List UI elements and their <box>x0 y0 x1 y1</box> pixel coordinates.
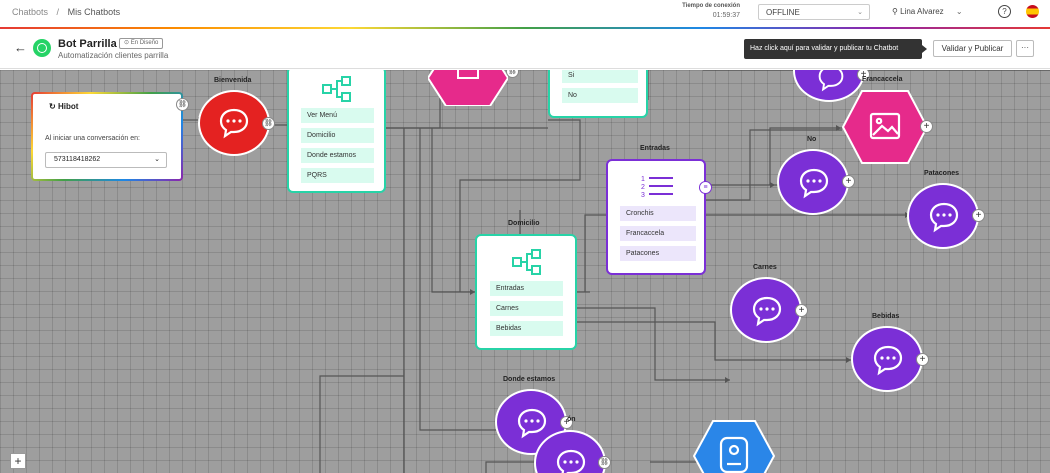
link-icon[interactable]: ⛓ <box>598 456 611 469</box>
more-options-button[interactable]: ··· <box>1016 40 1034 57</box>
node-francaccela-image[interactable] <box>842 90 928 164</box>
breadcrumb-chatbots[interactable]: Chatbots <box>12 7 48 17</box>
connection-value: 01:59:37 <box>712 12 740 19</box>
phone-value: 573118418262 <box>54 156 101 163</box>
whatsapp-icon <box>33 39 51 57</box>
link-icon[interactable]: ⛓ <box>176 98 189 111</box>
option-patacones[interactable]: Patacones <box>620 246 696 261</box>
node-bienvenida[interactable] <box>198 90 270 156</box>
list-menu-icon[interactable]: ≡ <box>699 181 712 194</box>
plus-icon[interactable]: + <box>972 209 985 222</box>
plus-icon[interactable]: + <box>795 304 808 317</box>
chevron-down-icon: ⌄ <box>857 9 863 16</box>
user-name: Lina Alvarez <box>900 7 944 16</box>
node-agent-transfer[interactable] <box>693 420 775 473</box>
badge-label: En Diseño <box>130 40 159 46</box>
node-title-patacones: Patacones <box>924 170 960 177</box>
option-domicilio[interactable]: Domicilio <box>301 128 374 143</box>
option-ver-menu[interactable]: Ver Menú <box>301 108 374 123</box>
node-no-message[interactable] <box>777 149 849 215</box>
flow-canvas[interactable]: ↻ Hibot Al iniciar una conversación en: … <box>0 70 1050 473</box>
chat-bubble-icon <box>752 296 782 327</box>
option-carnes[interactable]: Carnes <box>490 301 563 316</box>
node-title-no: No <box>807 136 817 143</box>
chat-bubble-icon <box>219 108 249 139</box>
svg-text:1: 1 <box>641 176 645 183</box>
node-title-entradas: Entradas <box>640 145 670 152</box>
node-title-donde-estamos: Donde estamos <box>503 376 556 383</box>
connection-label: Tiempo de conexión <box>682 3 740 9</box>
validate-publish-button[interactable]: Validar y Publicar <box>933 40 1012 57</box>
chat-bubble-icon <box>929 202 959 233</box>
chat-bubble-icon <box>517 408 547 439</box>
chat-bubble-icon <box>799 168 829 199</box>
user-icon: ⚲ <box>892 7 898 16</box>
plus-icon[interactable]: + <box>920 120 933 133</box>
node-image-top[interactable] <box>428 70 508 106</box>
option-no[interactable]: No <box>562 88 638 103</box>
user-menu[interactable]: ⚲ Lina Alvarez ⌄ <box>892 7 963 16</box>
bot-name: Bot Parrilla <box>58 38 117 50</box>
plus-icon[interactable]: + <box>916 353 929 366</box>
menu-options-node[interactable]: Ver Menú Domicilio Donde estamos PQRS <box>287 70 386 193</box>
chevron-down-icon: ⌄ <box>154 156 160 163</box>
hibot-start-node[interactable]: ↻ Hibot Al iniciar una conversación en: … <box>31 92 183 181</box>
node-title-bebidas: Bebidas <box>872 313 900 320</box>
domicilio-options-node[interactable]: Entradas Carnes Bebidas <box>475 234 577 350</box>
node-title-francaccela: Francaccela <box>862 76 903 83</box>
chat-bubble-icon <box>818 70 844 92</box>
chat-bubble-icon <box>556 449 586 473</box>
svg-text:2: 2 <box>641 184 645 191</box>
connection-time: Tiempo de conexión 01:59:37 <box>676 3 740 19</box>
chevron-down-icon: ⌄ <box>955 7 963 16</box>
node-bebidas-message[interactable] <box>851 326 923 392</box>
phone-select[interactable]: 573118418262 ⌄ <box>45 152 167 168</box>
link-icon[interactable]: ⛓ <box>262 117 275 130</box>
back-arrow-icon[interactable]: ← <box>14 40 27 55</box>
status-value: OFFLINE <box>766 8 800 17</box>
bot-subtitle: Automatización clientes parrilla <box>58 51 169 60</box>
hibot-title-text: Hibot <box>57 102 79 111</box>
chatbot-header: ← Bot Parrilla ⊙ En Diseño Automatizació… <box>0 29 1050 69</box>
hibot-label: Al iniciar una conversación en: <box>45 135 140 142</box>
node-patacones-message[interactable] <box>907 183 979 249</box>
flow-icon <box>512 249 541 275</box>
svg-text:3: 3 <box>641 192 645 198</box>
plus-icon[interactable]: + <box>842 175 855 188</box>
yes-no-node[interactable]: Si No <box>548 70 648 118</box>
node-title-domicilio: Domicilio <box>508 220 540 227</box>
option-cronchis[interactable]: Cronchis <box>620 206 696 221</box>
breadcrumb: Chatbots / Mis Chatbots <box>12 7 126 17</box>
language-flag-icon[interactable] <box>1026 5 1039 18</box>
breadcrumb-current: Mis Chatbots <box>67 7 121 17</box>
list-icon: 123 <box>641 176 673 198</box>
status-badge: ⊙ En Diseño <box>119 38 164 49</box>
option-si[interactable]: Si <box>562 70 638 83</box>
publish-tooltip: Haz click aquí para validar y publicar t… <box>744 39 927 59</box>
hibot-title: ↻ Hibot <box>49 102 79 111</box>
help-icon[interactable]: ? <box>998 5 1011 18</box>
node-title-carnes: Carnes <box>753 264 777 271</box>
status-select[interactable]: OFFLINE ⌄ <box>758 4 870 20</box>
option-donde-estamos[interactable]: Donde estamos <box>301 148 374 163</box>
entradas-list-node[interactable]: 123 Cronchis Francaccela Patacones <box>606 159 706 275</box>
node-title-partial: ón <box>567 416 576 423</box>
breadcrumb-separator: / <box>56 7 60 17</box>
node-title-bienvenida: Bienvenida <box>214 77 252 84</box>
option-entradas[interactable]: Entradas <box>490 281 563 296</box>
chat-bubble-icon <box>873 345 903 376</box>
node-carnes-message[interactable] <box>730 277 802 343</box>
option-pqrs[interactable]: PQRS <box>301 168 374 183</box>
zoom-in-button[interactable]: + <box>10 453 26 469</box>
flow-icon <box>322 76 351 102</box>
option-bebidas[interactable]: Bebidas <box>490 321 563 336</box>
option-francaccela[interactable]: Francaccela <box>620 226 696 241</box>
top-bar: Chatbots / Mis Chatbots Tiempo de conexi… <box>0 0 1050 28</box>
